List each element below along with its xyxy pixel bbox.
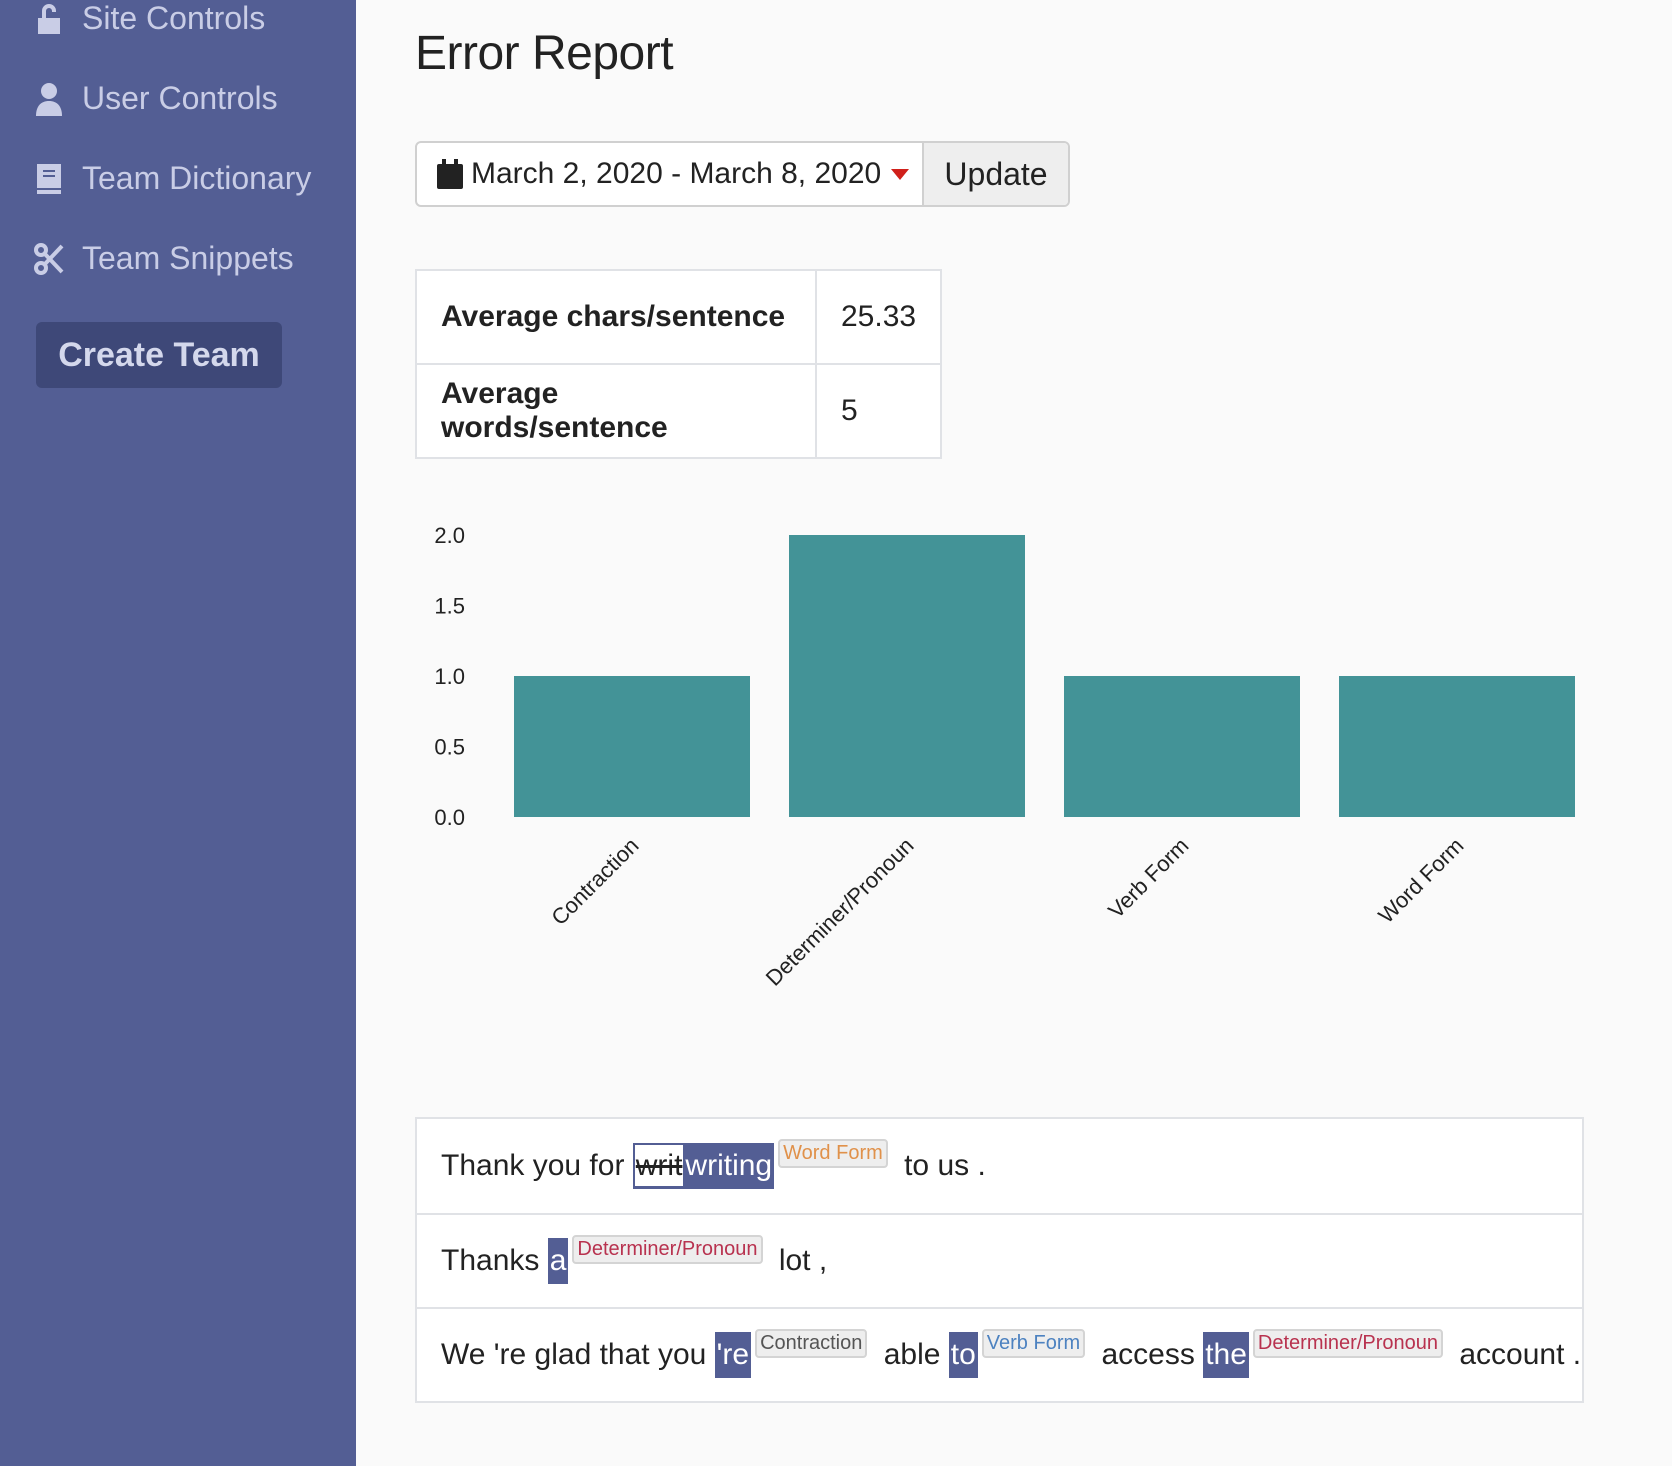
stats-table: Average chars/sentence 25.33 Average word… <box>415 269 943 459</box>
y-tick-label: 0.5 <box>434 735 465 760</box>
y-tick-label: 0.0 <box>434 805 465 830</box>
sentence-text: Thank you for <box>441 1149 633 1182</box>
error-tag[interactable]: Verb Form <box>981 1329 1086 1358</box>
sidebar-item-team-dictionary[interactable]: Team Dictionary <box>34 160 311 197</box>
table-row: Average chars/sentence 25.33 <box>415 269 943 365</box>
sentence-text: We 're glad that you <box>441 1338 715 1371</box>
highlighted-word[interactable]: to <box>948 1332 978 1378</box>
sentence-text: account . <box>1451 1338 1582 1371</box>
table-row: Average words/sentence 5 <box>415 363 943 459</box>
date-range-dropdown[interactable]: March 2, 2020 - March 8, 2020 <box>417 143 922 205</box>
error-tag[interactable]: Determiner/Pronoun <box>1252 1329 1443 1358</box>
page-title: Error Report <box>415 27 674 80</box>
user-icon <box>36 82 62 116</box>
scissors-icon <box>34 242 64 275</box>
highlighted-word[interactable]: the <box>1203 1332 1249 1378</box>
x-tick-label: Contraction <box>546 833 643 930</box>
sidebar-item-site-controls[interactable]: Site Controls <box>34 0 265 37</box>
deleted-text: writ <box>632 1143 686 1188</box>
caret-down-icon <box>891 168 910 180</box>
date-range-value: March 2, 2020 - March 8, 2020 <box>471 157 882 190</box>
error-tag[interactable]: Contraction <box>755 1329 868 1358</box>
bar <box>789 535 1025 817</box>
y-tick-label: 1.0 <box>434 664 465 689</box>
x-tick-label: Word Form <box>1373 833 1468 928</box>
highlighted-word[interactable]: a <box>547 1238 569 1284</box>
bar <box>1064 676 1300 817</box>
highlighted-word[interactable]: writ writing <box>632 1143 775 1189</box>
x-tick-label: Determiner/Pronoun <box>761 833 919 991</box>
lock-open-icon <box>38 3 60 34</box>
sentence-text: Thanks <box>441 1244 548 1277</box>
sentence-text: access <box>1093 1338 1204 1371</box>
error-tag[interactable]: Determiner/Pronoun <box>572 1235 763 1264</box>
bar <box>514 676 750 817</box>
sentence-text: to us . <box>895 1149 986 1182</box>
sentence-row: Thank you for writ writing Word Form to us… <box>417 1119 1582 1213</box>
error-tag[interactable]: Word Form <box>778 1139 888 1168</box>
create-team-button[interactable]: Create Team <box>36 322 282 388</box>
bar <box>1339 676 1575 817</box>
y-tick-label: 2.0 <box>434 523 465 548</box>
book-icon <box>37 163 61 194</box>
sidebar-item-user-controls[interactable]: User Controls <box>34 80 278 117</box>
sentence-row: We 're glad that you 're Contraction able… <box>417 1307 1582 1401</box>
date-range-picker: March 2, 2020 - March 8, 2020 Update <box>415 141 1070 207</box>
sentence-list: Thank you for writ writing Word Form to us… <box>415 1117 1584 1403</box>
x-tick-label: Verb Form <box>1103 833 1193 923</box>
sidebar: Site Controls User Controls Team Diction… <box>0 0 356 1466</box>
calendar-icon <box>437 159 463 189</box>
error-bar-chart: 0.0 0.5 1.0 1.5 2.0 Contraction Determiner/Pro… <box>434 523 1575 991</box>
sentence-row: Thanks a Determiner/Pronoun lot , <box>417 1213 1582 1307</box>
sentence-text: lot , <box>770 1244 828 1277</box>
y-tick-label: 1.5 <box>434 594 465 619</box>
sentence-text: able <box>875 1338 949 1371</box>
highlighted-word[interactable]: 're <box>714 1332 752 1378</box>
update-button[interactable]: Update <box>922 143 1068 205</box>
sidebar-item-team-snippets[interactable]: Team Snippets <box>34 240 294 277</box>
